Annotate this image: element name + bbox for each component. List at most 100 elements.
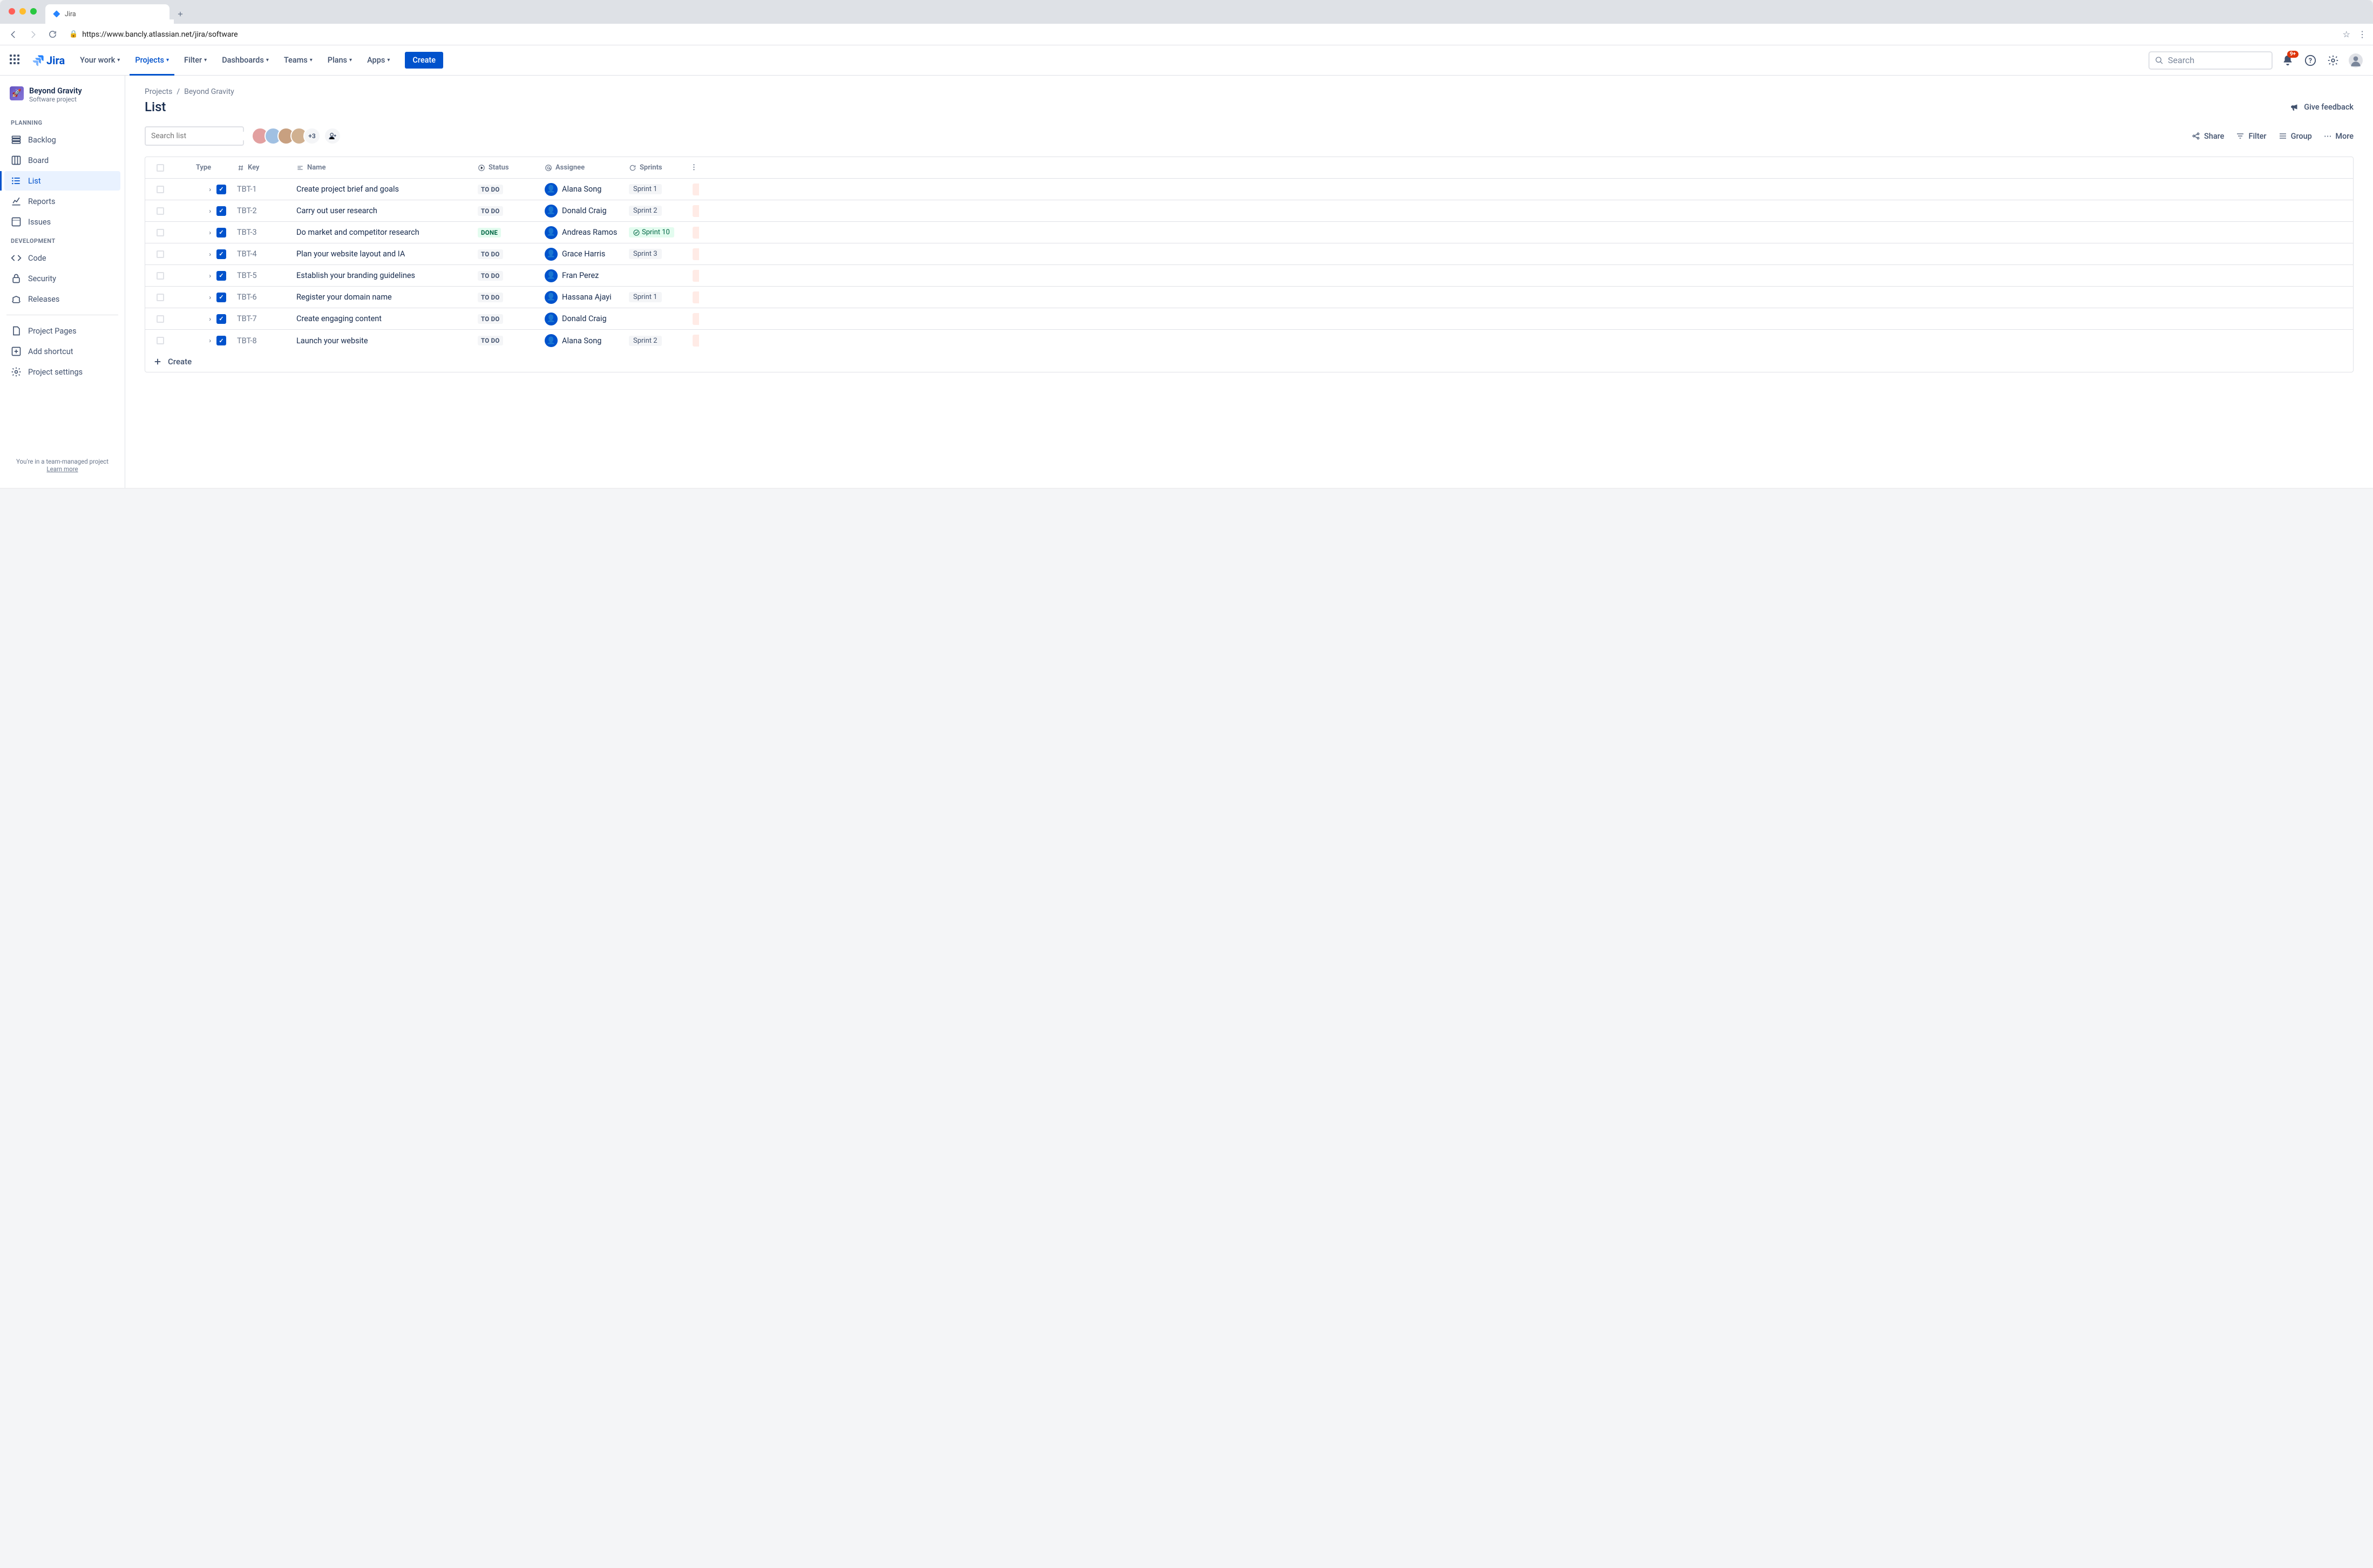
expand-row-button[interactable]: › <box>209 186 211 193</box>
table-row[interactable]: ›✓ TBT-3 Do market and competitor resear… <box>145 222 2353 243</box>
group-button[interactable]: Group <box>2279 132 2312 141</box>
sidebar-item-reports[interactable]: Reports <box>4 192 120 211</box>
sidebar-item-project-settings[interactable]: Project settings <box>4 362 120 382</box>
issue-key[interactable]: TBT-1 <box>232 185 291 194</box>
issue-summary[interactable]: Register your domain name <box>291 293 472 302</box>
row-checkbox[interactable] <box>157 229 164 236</box>
breadcrumb-current[interactable]: Beyond Gravity <box>184 87 234 96</box>
sprint-tag[interactable]: Sprint 1 <box>629 292 662 302</box>
back-button[interactable] <box>6 30 21 39</box>
nav-plans[interactable]: Plans▾ <box>322 45 357 76</box>
assignee-filter-avatars[interactable]: +3 <box>252 127 341 145</box>
nav-your-work[interactable]: Your work▾ <box>74 45 125 76</box>
sprint-tag[interactable]: Sprint 1 <box>629 184 662 194</box>
issue-summary[interactable]: Create project brief and goals <box>291 185 472 194</box>
status-lozenge[interactable]: TO DO <box>478 249 503 259</box>
give-feedback-button[interactable]: Give feedback <box>2290 102 2354 112</box>
issue-summary[interactable]: Establish your branding guidelines <box>291 271 472 280</box>
share-button[interactable]: Share <box>2192 132 2224 141</box>
select-all-checkbox[interactable] <box>157 164 164 172</box>
sprint-tag[interactable]: Sprint 10 <box>629 227 674 237</box>
global-search-input[interactable]: Search <box>2148 51 2273 70</box>
assignee-name[interactable]: Alana Song <box>562 185 601 194</box>
browser-menu-button[interactable]: ⋮ <box>2358 29 2367 39</box>
issue-key[interactable]: TBT-5 <box>232 271 291 280</box>
row-checkbox[interactable] <box>157 315 164 323</box>
issue-key[interactable]: TBT-8 <box>232 336 291 345</box>
issue-summary[interactable]: Do market and competitor research <box>291 228 472 237</box>
nav-teams[interactable]: Teams▾ <box>279 45 318 76</box>
issue-key[interactable]: TBT-3 <box>232 228 291 237</box>
col-sprints[interactable]: Sprints <box>640 164 662 172</box>
table-row[interactable]: ›✓ TBT-1 Create project brief and goals … <box>145 179 2353 200</box>
new-tab-button[interactable] <box>173 4 188 24</box>
nav-dashboards[interactable]: Dashboards▾ <box>216 45 274 76</box>
assignee-name[interactable]: Donald Craig <box>562 206 607 215</box>
url-field[interactable]: 🔒 https://www.bancly.atlassian.net/jira/… <box>65 30 2337 39</box>
sidebar-item-code[interactable]: Code <box>4 248 120 268</box>
table-row[interactable]: ›✓ TBT-7 Create engaging content TO DO 👤… <box>145 308 2353 330</box>
issue-summary[interactable]: Plan your website layout and IA <box>291 249 472 259</box>
jira-logo[interactable]: Jira <box>32 54 65 67</box>
expand-row-button[interactable]: › <box>209 207 211 215</box>
list-search-input[interactable] <box>145 126 244 146</box>
expand-row-button[interactable]: › <box>209 315 211 323</box>
reload-button[interactable] <box>45 30 59 39</box>
status-lozenge[interactable]: TO DO <box>478 185 503 194</box>
sidebar-item-backlog[interactable]: Backlog <box>4 130 120 150</box>
issue-key[interactable]: TBT-4 <box>232 249 291 259</box>
nav-apps[interactable]: Apps▾ <box>362 45 395 76</box>
more-columns-button[interactable]: ⋮ <box>690 164 697 172</box>
breadcrumb-root[interactable]: Projects <box>145 87 172 96</box>
sidebar-item-project-pages[interactable]: Project Pages <box>4 321 120 341</box>
assignee-name[interactable]: Alana Song <box>562 336 601 345</box>
status-lozenge[interactable]: TO DO <box>478 336 503 345</box>
status-lozenge[interactable]: TO DO <box>478 293 503 302</box>
settings-button[interactable] <box>2325 53 2341 68</box>
sprint-tag[interactable]: Sprint 2 <box>629 336 662 346</box>
minimize-window-icon[interactable] <box>19 8 26 15</box>
row-checkbox[interactable] <box>157 294 164 301</box>
expand-row-button[interactable]: › <box>209 250 211 258</box>
notifications-button[interactable]: 9+ <box>2280 53 2295 68</box>
assignee-name[interactable]: Grace Harris <box>562 249 605 259</box>
assignee-name[interactable]: Andreas Ramos <box>562 228 617 237</box>
avatar-overflow[interactable]: +3 <box>303 127 321 145</box>
assignee-name[interactable]: Fran Perez <box>562 271 599 280</box>
add-people-button[interactable] <box>324 127 341 145</box>
assignee-name[interactable]: Hassana Ajayi <box>562 293 612 302</box>
table-row[interactable]: ›✓ TBT-8 Launch your website TO DO 👤Alan… <box>145 330 2353 351</box>
row-checkbox[interactable] <box>157 207 164 215</box>
col-name[interactable]: Name <box>307 164 326 172</box>
table-row[interactable]: ›✓ TBT-2 Carry out user research TO DO 👤… <box>145 200 2353 222</box>
sidebar-item-board[interactable]: Board <box>4 151 120 170</box>
more-button[interactable]: ⋯More <box>2324 132 2354 141</box>
status-lozenge[interactable]: TO DO <box>478 314 503 324</box>
issue-summary[interactable]: Carry out user research <box>291 206 472 215</box>
app-switcher-button[interactable] <box>10 55 22 66</box>
close-window-icon[interactable] <box>9 8 15 15</box>
status-lozenge[interactable]: DONE <box>478 228 501 237</box>
forward-button[interactable] <box>26 30 40 39</box>
sidebar-item-add-shortcut[interactable]: Add shortcut <box>4 342 120 361</box>
sprint-tag[interactable]: Sprint 2 <box>629 206 662 216</box>
sidebar-item-issues[interactable]: Issues <box>4 212 120 232</box>
issue-summary[interactable]: Launch your website <box>291 336 472 345</box>
col-status[interactable]: Status <box>489 164 509 172</box>
nav-filter[interactable]: Filter▾ <box>179 45 212 76</box>
filter-button[interactable]: Filter <box>2236 132 2266 141</box>
table-row[interactable]: ›✓ TBT-5 Establish your branding guideli… <box>145 265 2353 287</box>
assignee-name[interactable]: Donald Craig <box>562 314 607 323</box>
maximize-window-icon[interactable] <box>30 8 37 15</box>
bookmark-button[interactable]: ☆ <box>2343 29 2350 39</box>
row-checkbox[interactable] <box>157 337 164 344</box>
browser-tab[interactable]: Jira <box>45 4 170 24</box>
table-row[interactable]: ›✓ TBT-4 Plan your website layout and IA… <box>145 243 2353 265</box>
create-button[interactable]: Create <box>405 52 443 69</box>
sidebar-learn-more-link[interactable]: Learn more <box>46 465 78 473</box>
issue-key[interactable]: TBT-2 <box>232 206 291 215</box>
issue-key[interactable]: TBT-7 <box>232 314 291 323</box>
row-checkbox[interactable] <box>157 250 164 258</box>
col-type[interactable]: Type <box>196 164 211 172</box>
row-checkbox[interactable] <box>157 186 164 193</box>
